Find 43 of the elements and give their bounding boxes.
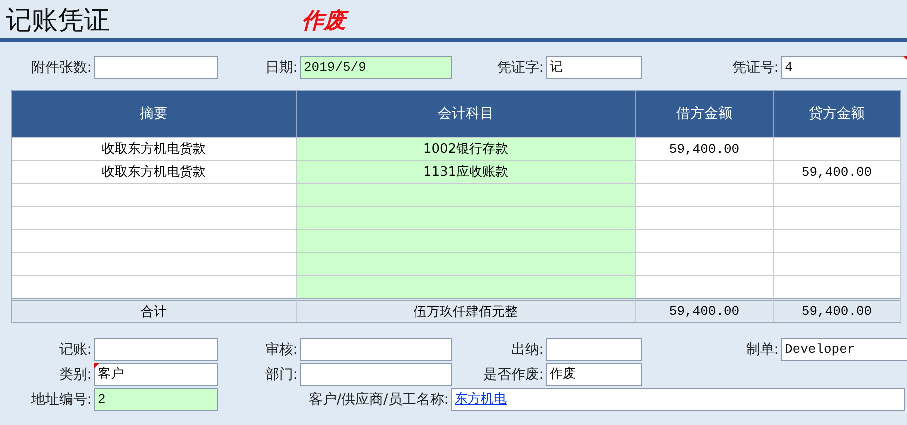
field-label: 类别: (58, 366, 93, 384)
field-label: 日期: (264, 58, 299, 76)
field-label: 客户/供应商/员工名称: (308, 390, 450, 408)
field-label: 记账: (58, 340, 93, 358)
field-label: 是否作废: (482, 366, 545, 384)
customer-link[interactable]: 东方机电 (455, 392, 507, 407)
field-label: 地址编号: (30, 390, 93, 408)
total-cell: 59,400.00 (774, 298, 901, 322)
table-cell: 59,400.00 (774, 160, 901, 183)
input-field[interactable] (546, 338, 642, 361)
input-field[interactable]: 2 (94, 388, 218, 411)
input-field[interactable]: 作废 (546, 363, 642, 386)
input-field[interactable]: 客户 (94, 363, 218, 386)
input-field[interactable]: 2019/5/9 (300, 56, 452, 79)
input-field[interactable]: 4 (781, 56, 907, 79)
field-label: 凭证号: (731, 58, 780, 76)
total-cell: 59,400.00 (636, 298, 774, 322)
field-label: 凭证字: (496, 58, 545, 76)
field-label: 出纳: (510, 340, 545, 358)
column-header: 会计科目 (297, 91, 636, 137)
table-cell: 1131应收账款 (297, 160, 636, 183)
table-cell: 1002银行存款 (297, 137, 636, 160)
column-header: 摘要 (12, 91, 297, 137)
input-field[interactable] (300, 338, 452, 361)
field-label: 部门: (264, 366, 299, 384)
window-title: 记账凭证 (6, 5, 111, 38)
flag-icon (94, 363, 100, 369)
input-field[interactable]: 东方机电 (451, 388, 905, 411)
field-label: 审核: (264, 340, 299, 358)
table-cell: 收取东方机电货款 (12, 137, 297, 160)
input-field[interactable] (94, 338, 218, 361)
total-cell: 伍万玖仟肆佰元整 (297, 298, 636, 322)
column-header: 贷方金额 (774, 91, 901, 137)
input-field[interactable] (300, 363, 452, 386)
input-field[interactable]: 记 (546, 56, 642, 79)
input-field[interactable]: Developer (781, 338, 907, 361)
table-cell: 59,400.00 (636, 137, 774, 160)
field-label: 制单: (745, 340, 780, 358)
field-label: 附件张数: (30, 58, 93, 76)
column-header: 借方金额 (636, 91, 774, 137)
total-cell: 合计 (12, 298, 297, 322)
input-field[interactable] (94, 56, 218, 79)
table-cell: 收取东方机电货款 (12, 160, 297, 183)
